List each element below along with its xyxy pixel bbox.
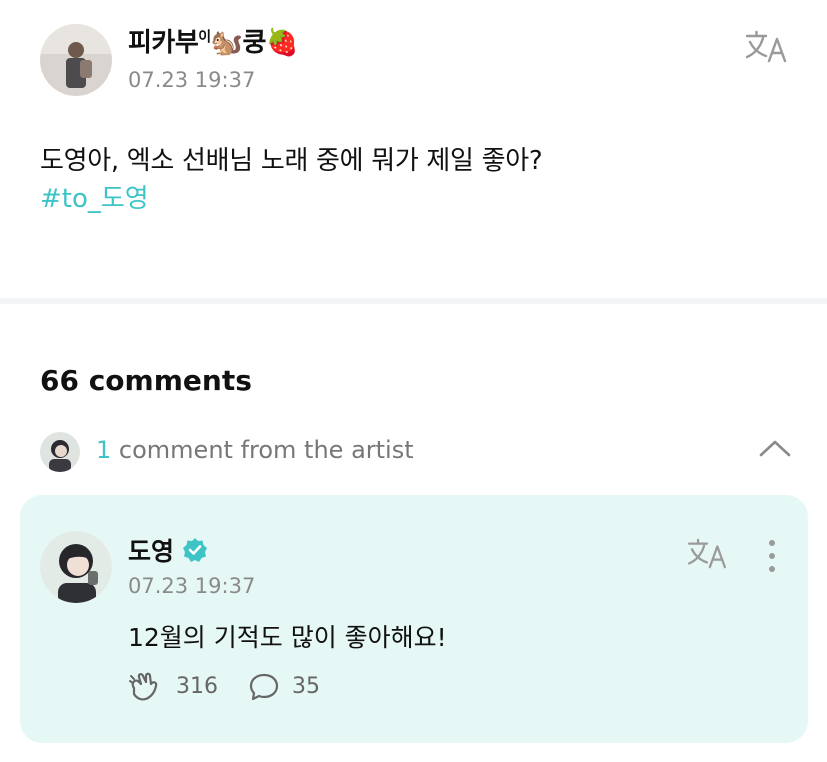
post-author-name[interactable]: 피카부이🐿️쿵🍓 [128,22,298,59]
like-count: 316 [176,674,218,699]
reply-button[interactable] [248,672,280,702]
speech-bubble-icon [249,673,279,701]
artist-comments-toggle[interactable]: 1 comment from the artist [96,436,414,464]
more-vertical-icon[interactable] [766,539,778,573]
verified-badge-icon [182,537,208,563]
artist-comment-count: 1 [96,436,112,464]
translate-icon[interactable] [744,30,788,64]
artist-comment-author[interactable]: 도영 [128,532,174,568]
reply-count: 35 [292,674,320,699]
post-text: 도영아, 엑소 선배님 노래 중에 뭐가 제일 좋아? [40,146,543,176]
like-button[interactable] [128,672,162,702]
artist-comment-label: comment from the artist [118,436,414,464]
post-hashtag[interactable]: #to_도영 [40,178,149,215]
post-timestamp: 07.23 19:37 [128,68,256,92]
artist-comment-timestamp: 07.23 19:37 [128,574,256,598]
artist-mini-avatar [40,432,80,472]
comment-count: 66 comments [40,364,252,397]
chevron-up-icon[interactable] [758,438,792,458]
artist-comment-avatar[interactable] [40,531,112,603]
section-divider [0,298,827,304]
heart-clap-icon [129,672,158,701]
translate-icon[interactable] [686,538,728,570]
post-author-avatar[interactable] [40,24,112,96]
artist-comment-text: 12월의 기적도 많이 좋아해요! [128,623,447,652]
